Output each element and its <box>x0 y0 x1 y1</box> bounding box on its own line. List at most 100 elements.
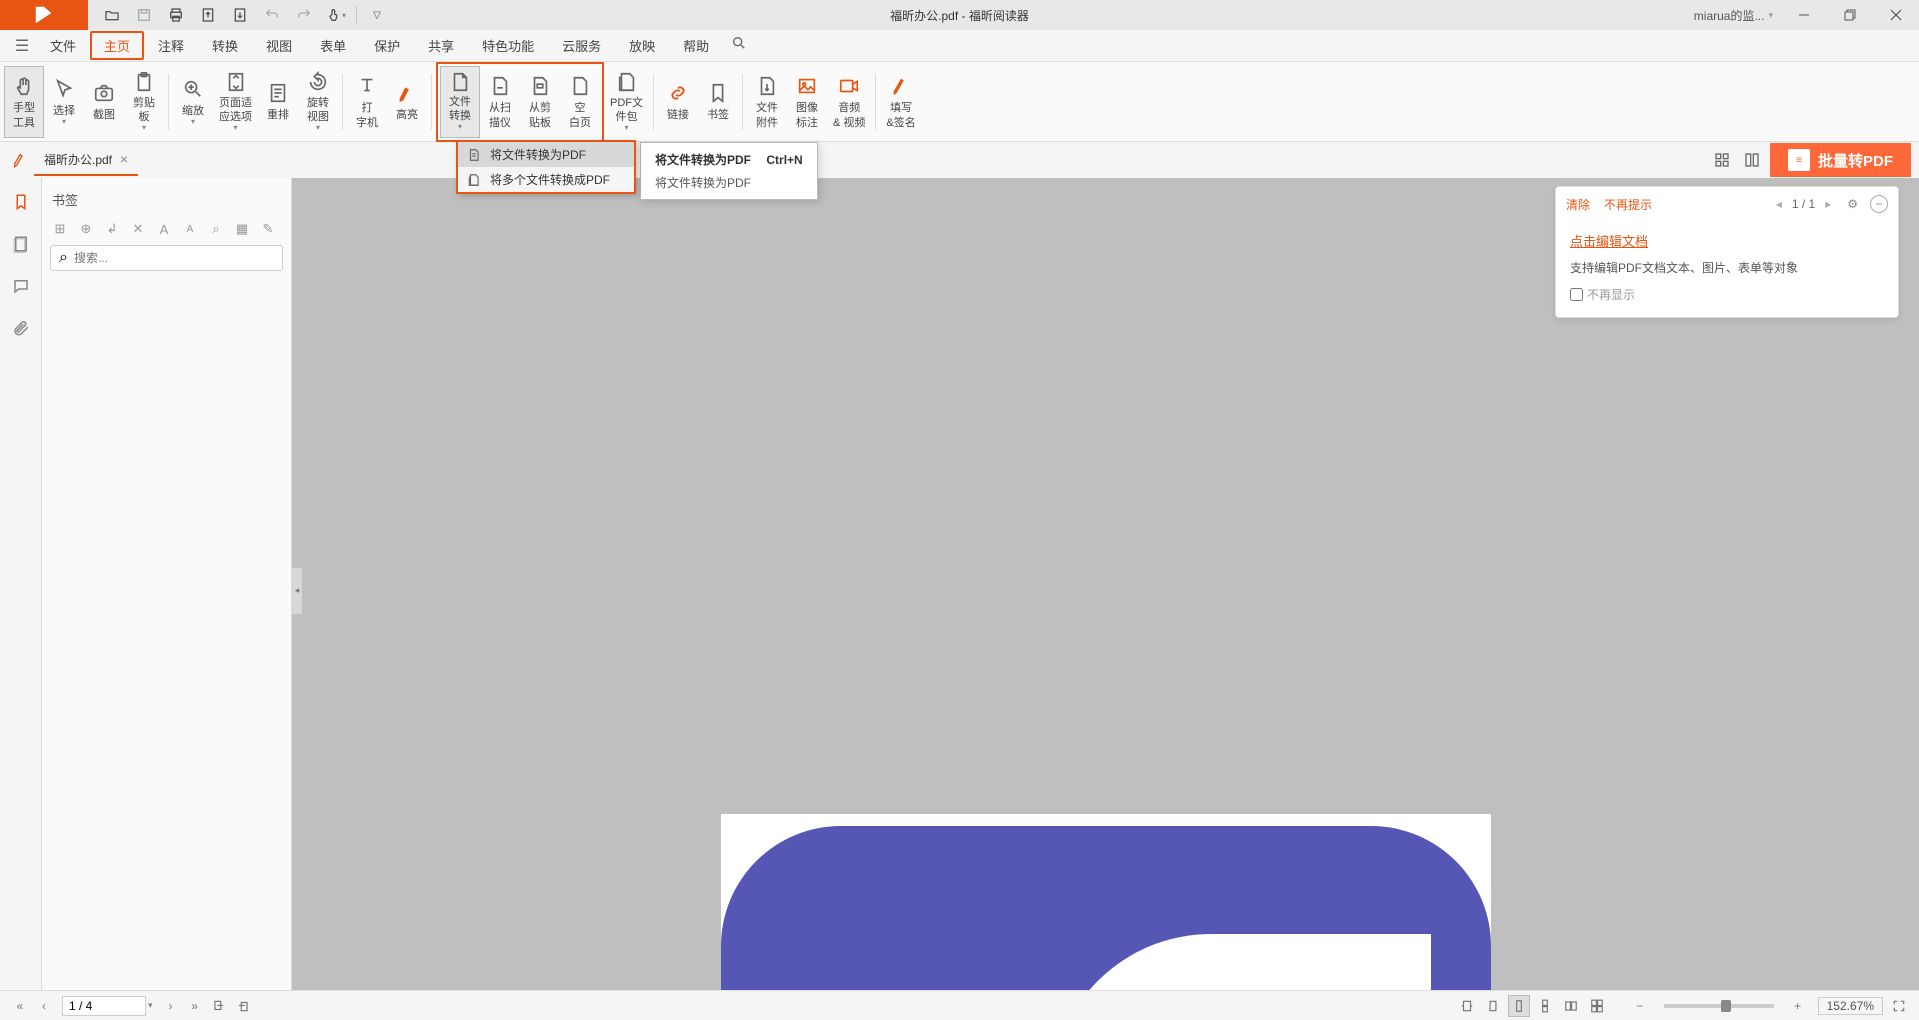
page-dropdown-icon[interactable]: ▾ <box>148 1000 153 1011</box>
list-view-icon[interactable] <box>1740 148 1764 172</box>
last-page-icon[interactable]: » <box>183 994 207 1018</box>
attachment-button[interactable]: 文件 附件 <box>747 66 787 138</box>
convert-multi-file-item[interactable]: 将多个文件转换成PDF <box>458 167 634 192</box>
attachments-tab-icon[interactable] <box>9 316 33 340</box>
facing-icon[interactable] <box>1560 995 1582 1017</box>
page-fwd-icon[interactable] <box>231 994 255 1018</box>
menu-presentation[interactable]: 放映 <box>615 31 669 60</box>
rotate-button[interactable]: 旋转 视图▾ <box>298 66 338 138</box>
clipboard-button[interactable]: 剪贴 板▾ <box>124 66 164 138</box>
fill-sign-button[interactable]: 填写 &签名 <box>880 66 921 138</box>
zoom-slider[interactable] <box>1664 1004 1774 1008</box>
zoom-value[interactable]: 152.67% <box>1818 997 1883 1015</box>
page-number-input[interactable] <box>62 996 146 1016</box>
bookmark-filter-icon[interactable]: ▦ <box>232 219 252 239</box>
grid-view-icon[interactable] <box>1710 148 1734 172</box>
bookmark-search-box[interactable]: ⌕ <box>50 245 283 271</box>
bookmark-search-icon[interactable]: ⌕ <box>206 219 226 239</box>
user-account[interactable]: miarua的监...▾ <box>1686 7 1781 24</box>
select-button[interactable]: 选择▾ <box>44 66 84 138</box>
blank-page-button[interactable]: 空 白页 <box>560 66 600 138</box>
edit-mode-icon[interactable] <box>6 152 34 168</box>
audio-video-button[interactable]: 音频 & 视频 <box>827 66 871 138</box>
batch-convert-button[interactable]: ≡ 批量转PDF <box>1770 143 1911 177</box>
hint-prev-icon[interactable]: ◂ <box>1776 197 1782 211</box>
menu-convert[interactable]: 转换 <box>198 31 252 60</box>
reflow-button[interactable]: 重排 <box>258 66 298 138</box>
touch-icon[interactable]: ▾ <box>320 0 352 30</box>
search-icon[interactable] <box>731 35 747 56</box>
facing-continuous-icon[interactable] <box>1586 995 1608 1017</box>
bookmark-wrap-icon[interactable]: ↲ <box>102 219 122 239</box>
fullscreen-icon[interactable] <box>1887 994 1911 1018</box>
close-tab-icon[interactable]: × <box>120 151 128 167</box>
pages-tab-icon[interactable] <box>9 232 33 256</box>
app-logo[interactable] <box>0 0 88 30</box>
hint-noremind-button[interactable]: 不再提示 <box>1604 196 1652 213</box>
prev-page-icon[interactable]: ‹ <box>32 994 56 1018</box>
menu-home[interactable]: 主页 <box>90 31 144 60</box>
hint-edit-link[interactable]: 点击编辑文档 <box>1570 234 1648 249</box>
redo-icon[interactable] <box>288 0 320 30</box>
bookmark-tab-icon[interactable] <box>9 190 33 214</box>
menu-hamburger-icon[interactable]: ☰ <box>12 36 32 56</box>
menu-protect[interactable]: 保护 <box>360 31 414 60</box>
highlight-button[interactable]: 高亮 <box>387 66 427 138</box>
bookmark-font-icon[interactable]: A <box>154 219 174 239</box>
page-up-icon[interactable] <box>192 0 224 30</box>
menu-view[interactable]: 视图 <box>252 31 306 60</box>
scanner-button[interactable]: 从扫 描仪 <box>480 66 520 138</box>
minimize-button[interactable] <box>1781 0 1827 30</box>
print-icon[interactable] <box>160 0 192 30</box>
bookmark-delete-icon[interactable]: ✕ <box>128 219 148 239</box>
zoom-button[interactable]: 缩放▾ <box>173 66 213 138</box>
hint-dont-show-checkbox[interactable]: 不再显示 <box>1570 286 1884 303</box>
bookmark-edit-icon[interactable]: ✎ <box>258 219 278 239</box>
menu-help[interactable]: 帮助 <box>669 31 723 60</box>
hint-clear-button[interactable]: 清除 <box>1566 196 1590 213</box>
expand-all-icon[interactable]: ⊞ <box>50 219 70 239</box>
image-annotation-button[interactable]: 图像 标注 <box>787 66 827 138</box>
menu-share[interactable]: 共享 <box>414 31 468 60</box>
hand-tool-button[interactable]: 手型 工具 <box>4 66 44 138</box>
menu-cloud[interactable]: 云服务 <box>548 31 615 60</box>
continuous-icon[interactable] <box>1534 995 1556 1017</box>
close-button[interactable] <box>1873 0 1919 30</box>
page-back-icon[interactable] <box>207 994 231 1018</box>
collapse-panel-icon[interactable]: ◂ <box>292 568 302 614</box>
from-clipboard-button[interactable]: 从剪 贴板 <box>520 66 560 138</box>
pdf-package-button[interactable]: PDF文 件包▾ <box>604 66 649 138</box>
menu-annotate[interactable]: 注释 <box>144 31 198 60</box>
first-page-icon[interactable]: « <box>8 994 32 1018</box>
menu-special[interactable]: 特色功能 <box>468 31 548 60</box>
bookmark-button[interactable]: 书签 <box>698 66 738 138</box>
zoom-out-icon[interactable]: − <box>1628 994 1652 1018</box>
link-button[interactable]: 链接 <box>658 66 698 138</box>
fit-width-icon[interactable] <box>1456 995 1478 1017</box>
single-page-icon[interactable] <box>1508 995 1530 1017</box>
comments-tab-icon[interactable] <box>9 274 33 298</box>
bookmark-fontsmall-icon[interactable]: A <box>180 219 200 239</box>
gear-icon[interactable]: ⚙ <box>1847 197 1858 211</box>
maximize-button[interactable] <box>1827 0 1873 30</box>
qat-customize-icon[interactable]: ▽ <box>361 0 393 30</box>
next-page-icon[interactable]: › <box>159 994 183 1018</box>
menu-form[interactable]: 表单 <box>306 31 360 60</box>
page-down-icon[interactable] <box>224 0 256 30</box>
undo-icon[interactable] <box>256 0 288 30</box>
zoom-in-icon[interactable]: + <box>1786 994 1810 1018</box>
hint-next-icon[interactable]: ▸ <box>1825 197 1831 211</box>
fit-button[interactable]: 页面适 应选项▾ <box>213 66 258 138</box>
add-bookmark-icon[interactable]: ⊕ <box>76 219 96 239</box>
snapshot-button[interactable]: 截图 <box>84 66 124 138</box>
bookmark-search-input[interactable] <box>74 251 274 265</box>
convert-single-file-item[interactable]: 将文件转换为PDF <box>458 142 634 167</box>
save-icon[interactable] <box>128 0 160 30</box>
typewriter-button[interactable]: 打 字机 <box>347 66 387 138</box>
file-convert-button[interactable]: 文件 转换▾ <box>440 66 480 138</box>
collapse-hint-icon[interactable]: − <box>1870 195 1888 213</box>
document-tab[interactable]: 福昕办公.pdf × <box>34 145 138 176</box>
fit-page-icon[interactable] <box>1482 995 1504 1017</box>
open-icon[interactable] <box>96 0 128 30</box>
menu-file[interactable]: 文件 <box>36 31 90 60</box>
